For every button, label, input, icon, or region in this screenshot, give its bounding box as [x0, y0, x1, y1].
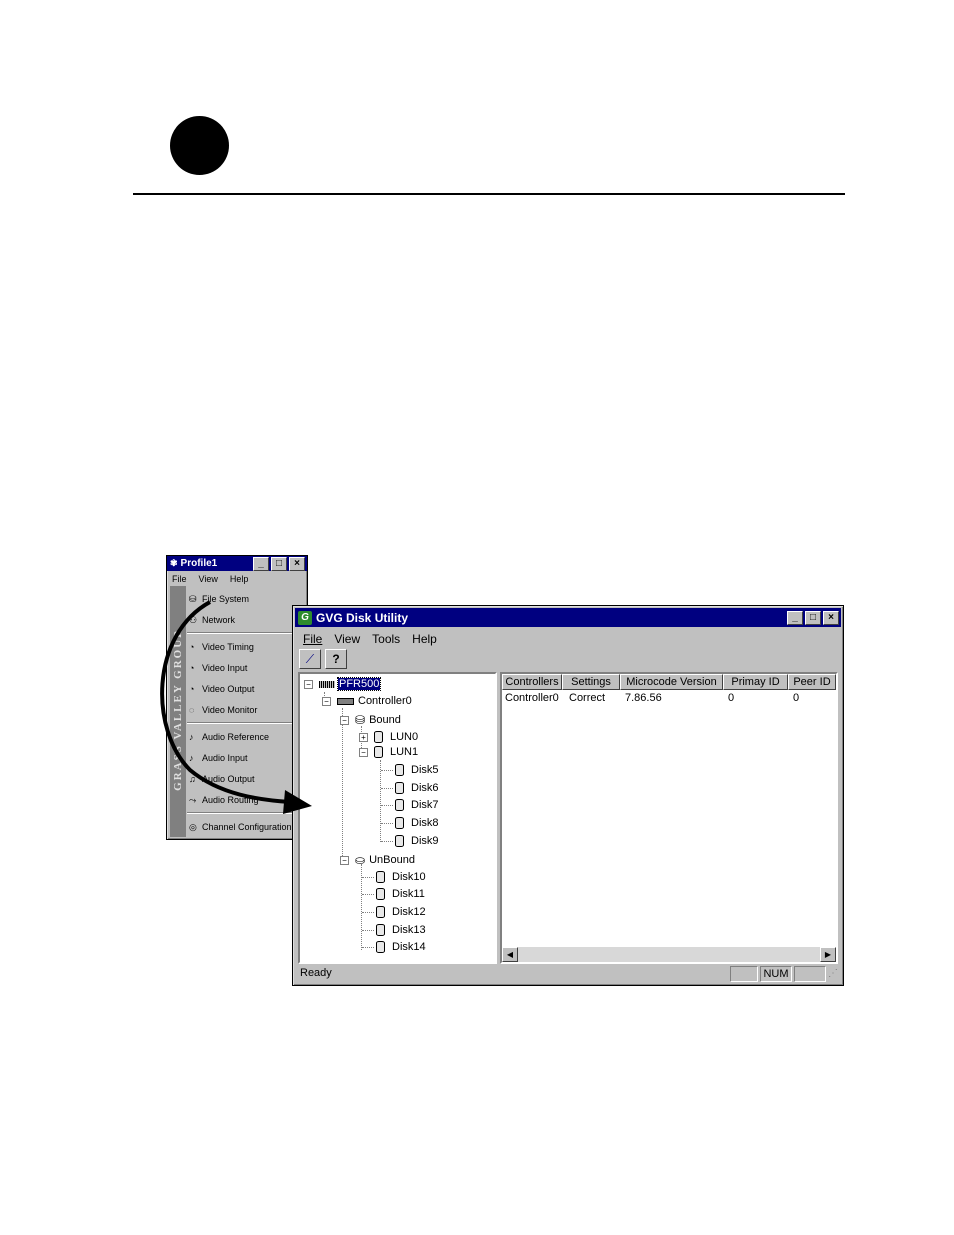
disk-menubar: File View Tools Help — [293, 627, 843, 648]
section-bullet — [170, 116, 229, 175]
profile-titlebar[interactable]: ✾ Profile1 _ □ × — [167, 556, 307, 571]
column-header-microcode[interactable]: Microcode Version — [620, 674, 723, 690]
tree-node-disk[interactable]: Disk9 — [395, 835, 439, 847]
bound-group-icon: ⛁ — [355, 713, 366, 727]
tree-node-disk[interactable]: Disk11 — [376, 888, 425, 900]
minimize-button[interactable]: _ — [253, 556, 269, 571]
tree-node-lun0[interactable]: + LUN0 — [359, 731, 418, 743]
close-button[interactable]: × — [823, 610, 839, 625]
disk-icon — [395, 764, 404, 776]
expand-icon[interactable]: + — [359, 732, 368, 742]
collapse-icon[interactable]: − — [340, 855, 349, 865]
table-cell[interactable]: 0 — [728, 692, 734, 704]
disk-icon — [395, 799, 404, 811]
resize-grip-icon[interactable]: ⋰ — [828, 968, 838, 979]
table-cell[interactable]: Controller0 — [505, 692, 559, 704]
tree-node-disk[interactable]: Disk10 — [376, 871, 426, 883]
channel-config-icon: ◎ — [189, 821, 197, 832]
tree-node-disk[interactable]: Disk14 — [376, 941, 426, 953]
status-num: NUM — [760, 966, 792, 982]
storage-icon — [319, 680, 335, 688]
tree-node-bound[interactable]: − ⛁ Bound — [340, 713, 401, 727]
curved-arrow — [160, 600, 312, 814]
heading-rule — [133, 193, 845, 195]
help-tool-button[interactable]: ? — [325, 649, 347, 669]
status-panel — [730, 966, 758, 982]
table-cell[interactable]: 0 — [793, 692, 799, 704]
help-icon: ? — [332, 652, 340, 666]
scroll-left-button[interactable]: ◀ — [502, 947, 518, 962]
unbound-group-icon: ⛀ — [355, 853, 366, 867]
disk-titlebar[interactable]: G GVG Disk Utility _ □ × — [295, 608, 841, 627]
profile-item-channel-configuration[interactable]: ◎ Channel Configuration — [189, 822, 292, 832]
controller-icon — [337, 697, 354, 705]
collapse-icon[interactable]: − — [359, 747, 368, 757]
collapse-icon[interactable]: − — [322, 696, 331, 706]
disk-icon — [395, 782, 404, 794]
tree-node-lun1[interactable]: − LUN1 — [359, 746, 418, 758]
tree-node-disk[interactable]: Disk8 — [395, 817, 439, 829]
close-button[interactable]: × — [289, 556, 305, 571]
tree-pane[interactable]: − PFR500 − Controller0 − ⛁ Bound + LUN0 … — [298, 672, 497, 964]
table-cell[interactable]: Correct — [569, 692, 605, 704]
column-header-controllers[interactable]: Controllers — [502, 674, 562, 690]
menu-help[interactable]: Help — [412, 632, 437, 648]
status-text: Ready — [300, 967, 332, 979]
status-panel — [794, 966, 826, 982]
tree-node-disk[interactable]: Disk13 — [376, 924, 426, 936]
status-bar: Ready NUM ⋰ — [298, 966, 838, 982]
disk-icon — [376, 924, 385, 936]
column-header-settings[interactable]: Settings — [562, 674, 620, 690]
disk-icon — [395, 835, 404, 847]
profile-title: Profile1 — [180, 558, 218, 569]
column-header-primary-id[interactable]: Primay ID — [723, 674, 788, 690]
disk-icon — [376, 888, 385, 900]
table-cell[interactable]: 7.86.56 — [625, 692, 662, 704]
menu-tools[interactable]: Tools — [372, 632, 400, 648]
horizontal-scrollbar[interactable]: ◀ ▶ — [502, 947, 836, 962]
lun-icon — [374, 731, 383, 743]
disk-title: GVG Disk Utility — [316, 610, 409, 625]
tree-node-controller[interactable]: − Controller0 — [322, 695, 412, 707]
list-pane[interactable]: Controllers Settings Microcode Version P… — [500, 672, 838, 964]
scroll-right-button[interactable]: ▶ — [820, 947, 836, 962]
disk-icon — [376, 871, 385, 883]
disk-icon — [376, 906, 385, 918]
tree-label-root: PFR500 — [336, 677, 382, 691]
collapse-icon[interactable]: − — [340, 715, 349, 725]
tree-node-disk[interactable]: Disk12 — [376, 906, 426, 918]
minimize-button[interactable]: _ — [787, 610, 803, 625]
disk-icon — [376, 941, 385, 953]
menu-view[interactable]: View — [334, 632, 360, 648]
profile-app-icon: ✾ — [170, 558, 178, 568]
maximize-button[interactable]: □ — [271, 556, 287, 571]
tree-node-disk[interactable]: Disk7 — [395, 799, 439, 811]
disk-utility-window: G GVG Disk Utility _ □ × File View Tools… — [292, 605, 844, 986]
disk-icon — [395, 817, 404, 829]
tree-node-disk[interactable]: Disk5 — [395, 764, 439, 776]
maximize-button[interactable]: □ — [805, 610, 821, 625]
column-header-peer-id[interactable]: Peer ID — [788, 674, 836, 690]
lun-icon — [374, 746, 383, 758]
tree-node-disk[interactable]: Disk6 — [395, 782, 439, 794]
tree-node-unbound[interactable]: − ⛀ UnBound — [340, 853, 415, 867]
